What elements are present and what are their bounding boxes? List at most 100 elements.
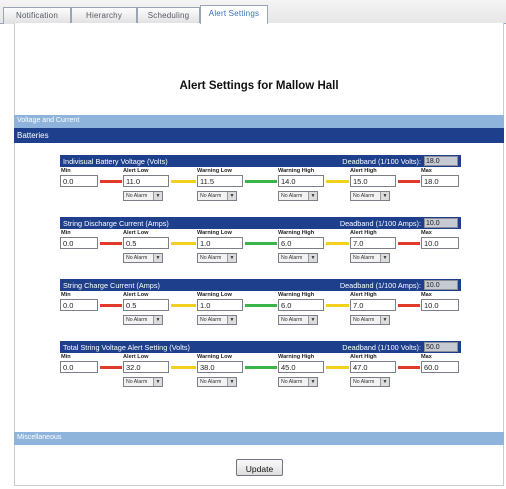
alert-low-alarm-select[interactable]: No Alarm ▼ xyxy=(123,377,163,387)
warning-high-alarm-select[interactable]: No Alarm ▼ xyxy=(278,191,318,201)
tab-scheduling[interactable]: Scheduling xyxy=(137,7,200,24)
content-frame-bottom xyxy=(14,485,504,486)
max-label: Max xyxy=(421,354,432,360)
tab-hierarchy[interactable]: Hierarchy xyxy=(71,7,137,24)
select-value: No Alarm xyxy=(353,193,375,199)
warning-low-input[interactable] xyxy=(197,361,243,373)
alert-low-alarm-select[interactable]: No Alarm ▼ xyxy=(123,315,163,325)
alert-low-input[interactable] xyxy=(123,361,169,373)
max-label: Max xyxy=(421,168,432,174)
deadband-input[interactable] xyxy=(424,156,458,166)
warning-high-range-bar xyxy=(326,304,349,307)
warning-high-label: Warning High xyxy=(278,292,315,298)
warning-low-input[interactable] xyxy=(197,299,243,311)
warning-low-alarm-select[interactable]: No Alarm ▼ xyxy=(197,315,237,325)
alert-low-label: Alert Low xyxy=(123,292,149,298)
select-value: No Alarm xyxy=(126,317,148,323)
alert-box-header: Total String Voltage Alert Setting (Volt… xyxy=(60,341,461,353)
warning-high-input[interactable] xyxy=(278,175,324,187)
normal-range-bar xyxy=(245,242,277,245)
min-input[interactable] xyxy=(60,361,98,373)
max-label: Max xyxy=(421,230,432,236)
select-value: No Alarm xyxy=(200,193,222,199)
alert-high-label: Alert High xyxy=(350,354,377,360)
max-input[interactable] xyxy=(421,361,459,373)
tab-alert-settings[interactable]: Alert Settings xyxy=(200,5,268,24)
alert-low-alarm-select[interactable]: No Alarm ▼ xyxy=(123,253,163,263)
alert-low-input[interactable] xyxy=(123,175,169,187)
alert-high-input[interactable] xyxy=(350,299,396,311)
warning-high-alarm-select[interactable]: No Alarm ▼ xyxy=(278,315,318,325)
chevron-down-icon: ▼ xyxy=(308,316,317,324)
alert-high-input[interactable] xyxy=(350,237,396,249)
warning-low-input[interactable] xyxy=(197,237,243,249)
chevron-down-icon: ▼ xyxy=(380,254,389,262)
warning-low-label: Warning Low xyxy=(197,230,232,236)
max-input[interactable] xyxy=(421,299,459,311)
chevron-down-icon: ▼ xyxy=(308,378,317,386)
select-value: No Alarm xyxy=(126,379,148,385)
warning-low-label: Warning Low xyxy=(197,292,232,298)
normal-range-bar xyxy=(245,366,277,369)
warning-high-input[interactable] xyxy=(278,237,324,249)
warning-high-input[interactable] xyxy=(278,361,324,373)
warning-high-label: Warning High xyxy=(278,230,315,236)
chevron-down-icon: ▼ xyxy=(227,192,236,200)
warning-low-alarm-select[interactable]: No Alarm ▼ xyxy=(197,191,237,201)
deadband-input[interactable] xyxy=(424,280,458,290)
select-value: No Alarm xyxy=(200,255,222,261)
min-input[interactable] xyxy=(60,299,98,311)
alert-low-range-bar xyxy=(100,304,122,307)
alert-high-range-bar xyxy=(398,366,420,369)
alert-low-input[interactable] xyxy=(123,299,169,311)
max-input[interactable] xyxy=(421,237,459,249)
select-value: No Alarm xyxy=(281,193,303,199)
alert-box-title: Indivisual Battery Voltage (Volts) xyxy=(63,157,168,166)
deadband-label: Deadband (1/100 Amps): xyxy=(339,281,421,290)
alert-high-input[interactable] xyxy=(350,175,396,187)
chevron-down-icon: ▼ xyxy=(380,378,389,386)
alert-box-charge-current: String Charge Current (Amps) Deadband (1… xyxy=(60,279,461,334)
alert-high-alarm-select[interactable]: No Alarm ▼ xyxy=(350,315,390,325)
alert-high-alarm-select[interactable]: No Alarm ▼ xyxy=(350,253,390,263)
warning-high-input[interactable] xyxy=(278,299,324,311)
warning-high-alarm-select[interactable]: No Alarm ▼ xyxy=(278,253,318,263)
alert-box-title: String Discharge Current (Amps) xyxy=(63,219,169,228)
alert-high-alarm-select[interactable]: No Alarm ▼ xyxy=(350,377,390,387)
select-value: No Alarm xyxy=(126,255,148,261)
select-value: No Alarm xyxy=(281,379,303,385)
alert-high-range-bar xyxy=(398,180,420,183)
warning-low-range-bar xyxy=(171,304,196,307)
tab-notification[interactable]: Notification xyxy=(3,7,71,24)
alert-low-alarm-select[interactable]: No Alarm ▼ xyxy=(123,191,163,201)
alert-high-input[interactable] xyxy=(350,361,396,373)
update-button[interactable]: Update xyxy=(236,459,283,476)
alert-low-label: Alert Low xyxy=(123,230,149,236)
warning-low-input[interactable] xyxy=(197,175,243,187)
alert-low-input[interactable] xyxy=(123,237,169,249)
warning-low-label: Warning Low xyxy=(197,354,232,360)
select-value: No Alarm xyxy=(200,317,222,323)
alert-box-header: Indivisual Battery Voltage (Volts) Deadb… xyxy=(60,155,461,167)
alert-high-range-bar xyxy=(398,304,420,307)
warning-low-alarm-select[interactable]: No Alarm ▼ xyxy=(197,377,237,387)
warning-high-range-bar xyxy=(326,366,349,369)
section-voltage-current[interactable]: Voltage and Current xyxy=(14,115,504,128)
alert-high-alarm-select[interactable]: No Alarm ▼ xyxy=(350,191,390,201)
min-input[interactable] xyxy=(60,237,98,249)
min-input[interactable] xyxy=(60,175,98,187)
max-input[interactable] xyxy=(421,175,459,187)
chevron-down-icon: ▼ xyxy=(227,316,236,324)
section-miscellaneous[interactable]: Miscellaneous xyxy=(14,432,504,445)
section-batteries[interactable]: Batteries xyxy=(14,128,504,143)
min-label: Min xyxy=(61,168,71,174)
select-value: No Alarm xyxy=(126,193,148,199)
chevron-down-icon: ▼ xyxy=(227,254,236,262)
normal-range-bar xyxy=(245,304,277,307)
alert-box-header: String Charge Current (Amps) Deadband (1… xyxy=(60,279,461,291)
deadband-input[interactable] xyxy=(424,342,458,352)
alert-high-label: Alert High xyxy=(350,168,377,174)
warning-low-alarm-select[interactable]: No Alarm ▼ xyxy=(197,253,237,263)
deadband-input[interactable] xyxy=(424,218,458,228)
warning-high-alarm-select[interactable]: No Alarm ▼ xyxy=(278,377,318,387)
